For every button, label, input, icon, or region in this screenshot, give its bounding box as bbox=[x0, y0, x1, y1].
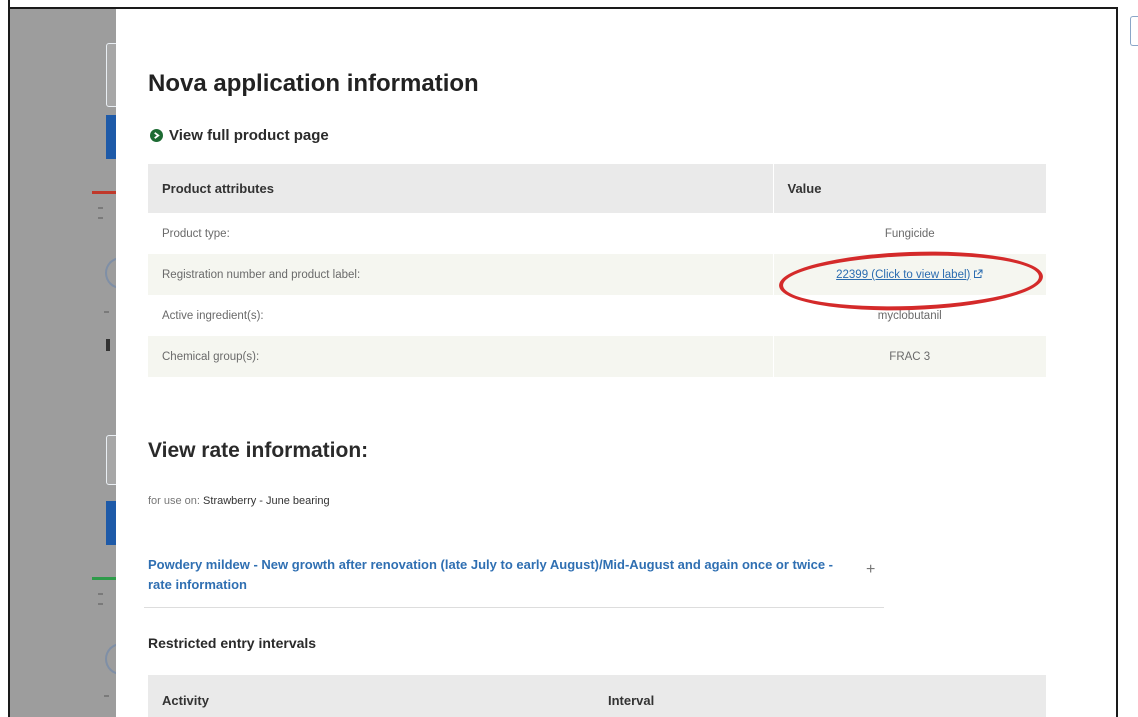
attribute-label: Chemical group(s): bbox=[148, 336, 773, 377]
restricted-entry-table-header: Activity Interval bbox=[148, 675, 1046, 717]
background-text-mark bbox=[104, 311, 109, 313]
background-blue-button bbox=[106, 115, 116, 159]
background-corner-tab bbox=[1130, 16, 1138, 46]
background-text-mark bbox=[104, 695, 109, 697]
attribute-label: Registration number and product label: bbox=[148, 254, 773, 295]
background-green-bar bbox=[92, 577, 116, 580]
attribute-label: Product type: bbox=[162, 227, 230, 240]
column-header-attribute: Product attributes bbox=[148, 164, 773, 213]
attribute-label: Active ingredient(s): bbox=[162, 309, 264, 322]
restricted-entry-heading: Restricted entry intervals bbox=[148, 635, 317, 651]
background-blue-button bbox=[106, 501, 116, 545]
accordion-title[interactable]: Powdery mildew - New growth after renova… bbox=[148, 555, 848, 595]
rate-information-heading: View rate information: bbox=[148, 439, 369, 462]
screenshot-frame: Nova application information View full p… bbox=[0, 0, 1138, 717]
for-use-prefix: for use on: bbox=[148, 495, 200, 507]
background-text-mark bbox=[98, 217, 103, 219]
rate-info-accordion[interactable]: Powdery mildew - New growth after renova… bbox=[144, 545, 884, 608]
page-title: Nova application information bbox=[148, 70, 479, 97]
table-row: Chemical group(s): FRAC 3 bbox=[148, 336, 1046, 377]
crop-name: Strawberry - June bearing bbox=[203, 495, 330, 507]
column-header-activity: Activity bbox=[162, 693, 209, 708]
background-red-bar bbox=[92, 191, 116, 194]
application-info-panel: Nova application information View full p… bbox=[116, 9, 1116, 717]
for-use-on-text: for use on: Strawberry - June bearing bbox=[148, 495, 330, 507]
view-product-page-link[interactable]: View full product page bbox=[150, 127, 329, 144]
arrow-right-circle-icon bbox=[150, 129, 163, 142]
table-row: Product type: Fungicide bbox=[148, 213, 1046, 254]
column-header-interval: Interval bbox=[608, 693, 655, 708]
background-text-mark bbox=[98, 603, 103, 605]
table-header-row: Product attributes Value bbox=[148, 164, 1046, 213]
plus-icon[interactable]: + bbox=[866, 561, 875, 579]
frame-border-right bbox=[1116, 7, 1118, 717]
attribute-value: Fungicide bbox=[772, 213, 1046, 254]
background-text-mark bbox=[106, 339, 110, 351]
background-text-mark bbox=[98, 593, 103, 595]
column-header-value: Value bbox=[772, 164, 1046, 213]
background-page-overlay[interactable] bbox=[10, 9, 121, 717]
background-text-mark bbox=[98, 207, 103, 209]
attribute-value: FRAC 3 bbox=[772, 336, 1046, 377]
view-product-page-label: View full product page bbox=[169, 127, 329, 144]
